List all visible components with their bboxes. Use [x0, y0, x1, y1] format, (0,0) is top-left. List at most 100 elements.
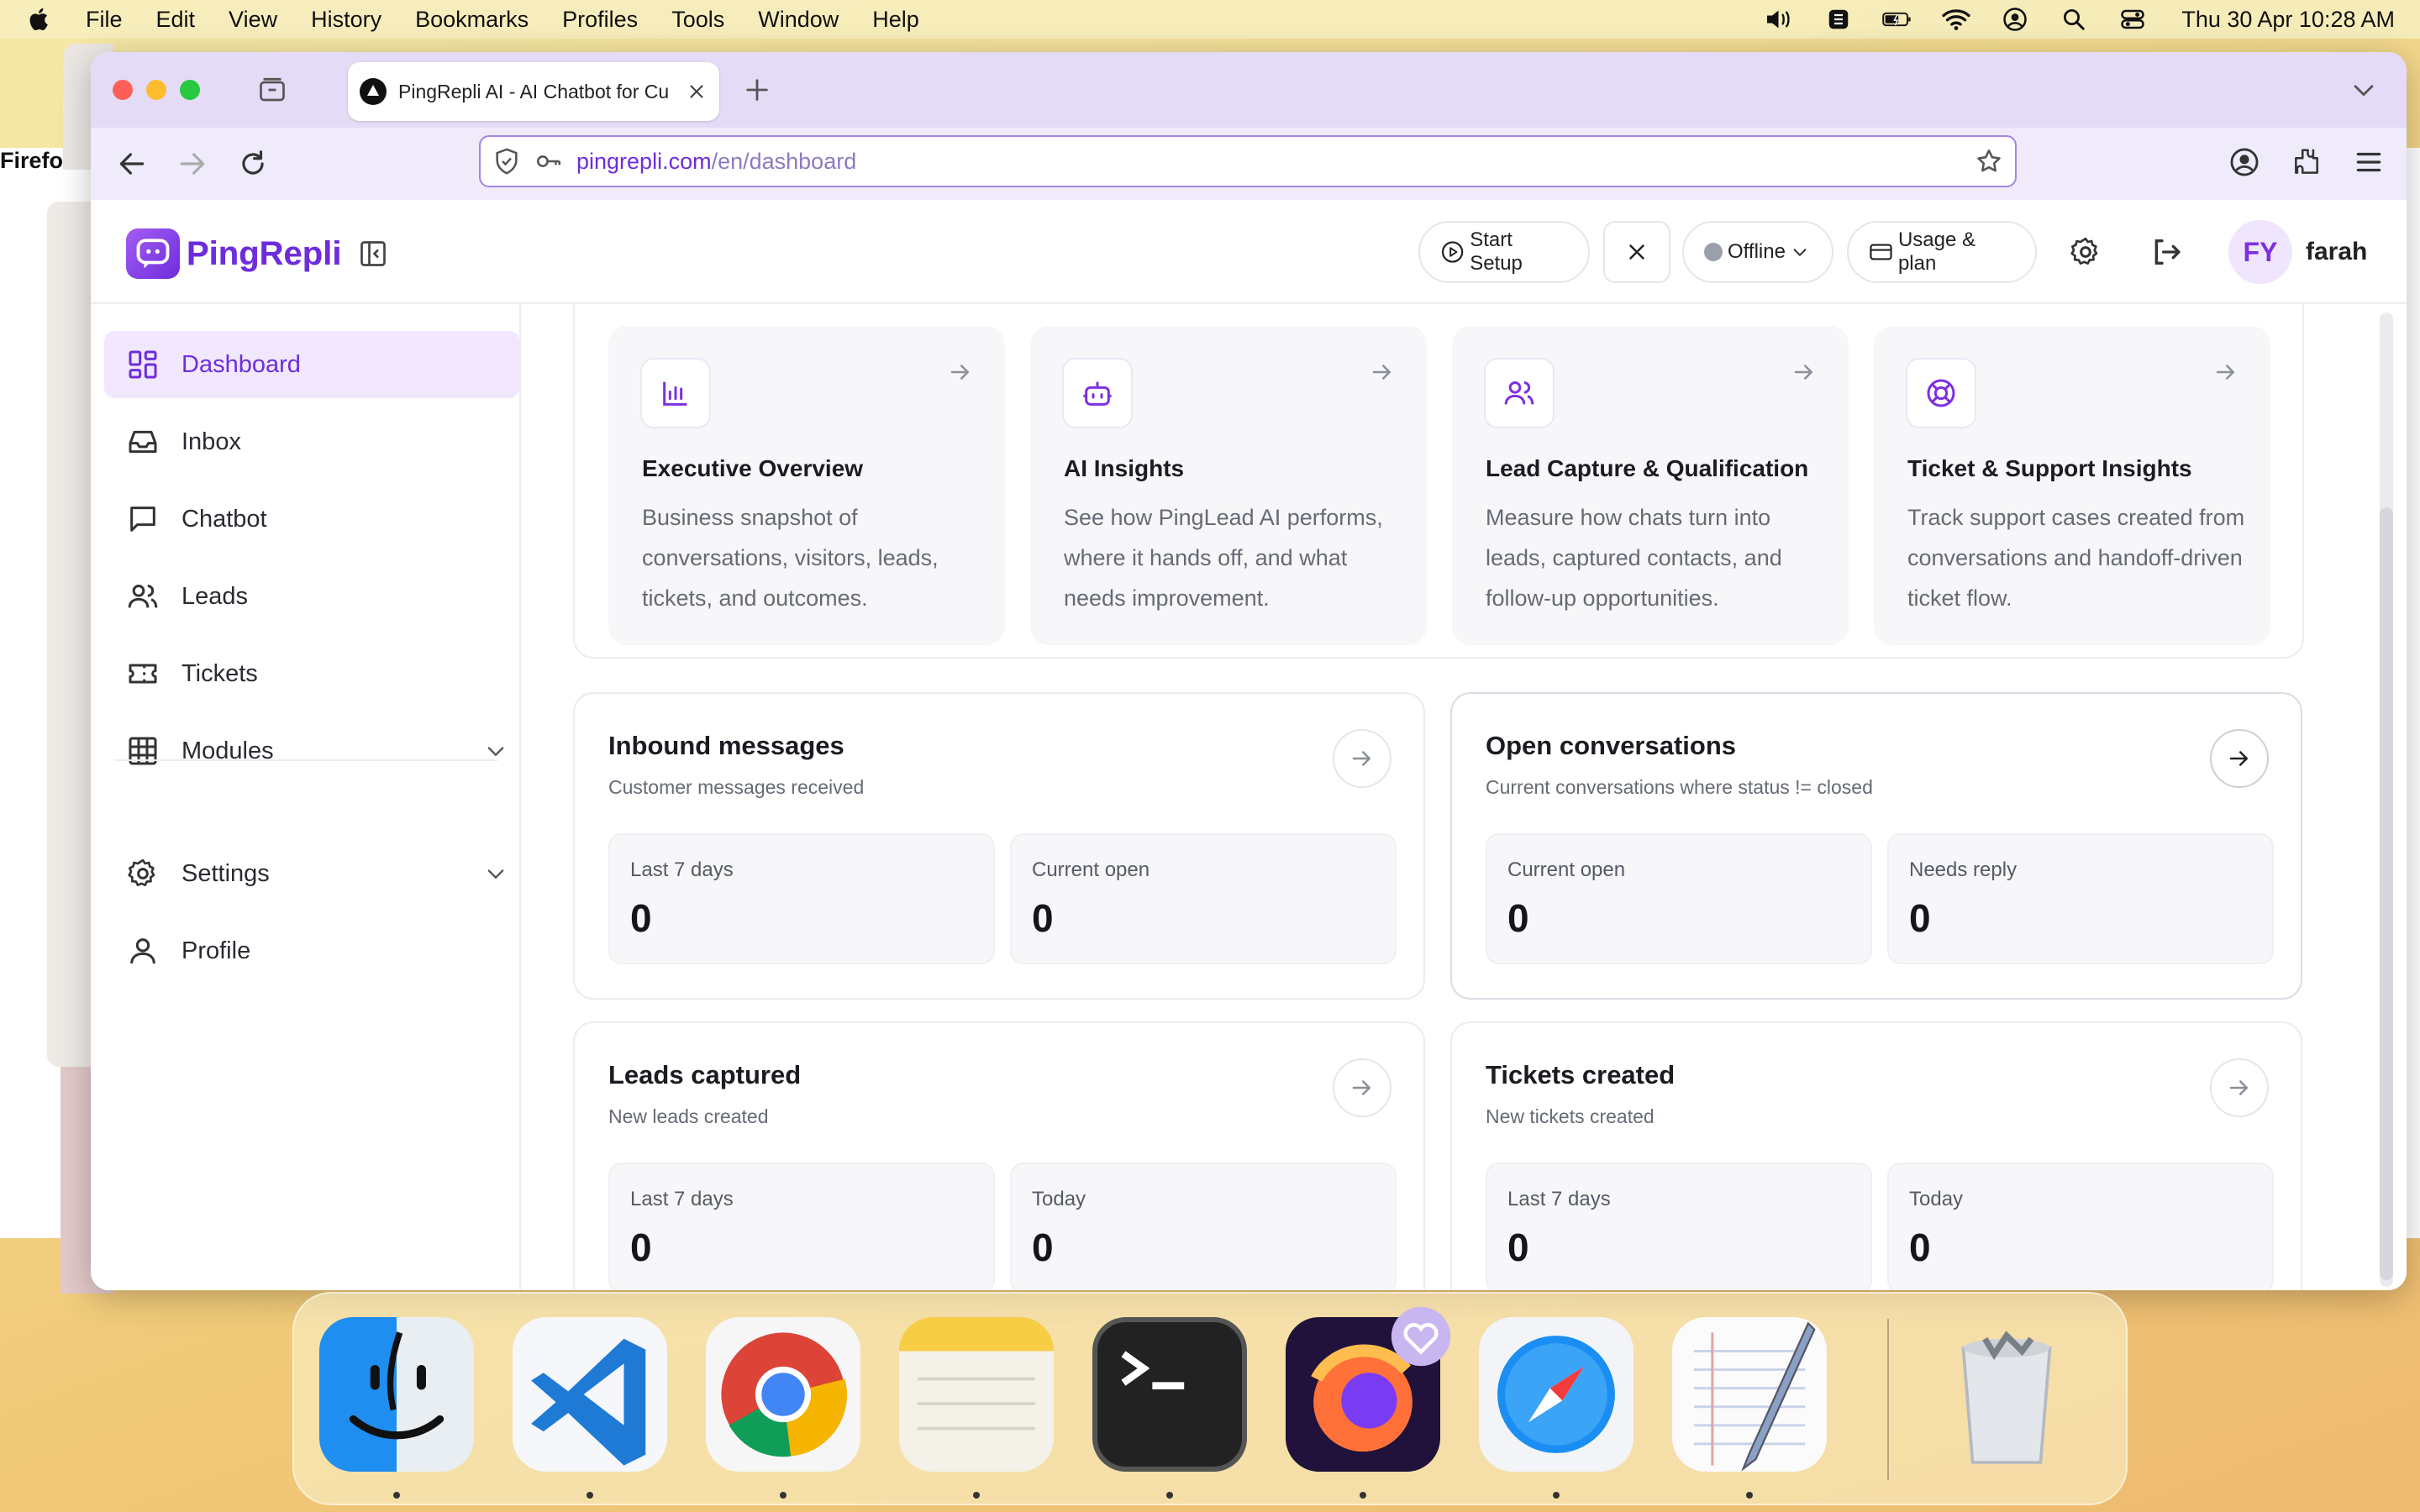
wifi-icon[interactable] [1941, 7, 1971, 32]
stat-card-open-button[interactable] [2210, 729, 2269, 788]
usage-plan-label: Usage & plan [1897, 228, 1976, 275]
dock-app-safari[interactable] [1479, 1317, 1634, 1472]
control-center-icon[interactable] [2118, 7, 2148, 32]
menu-edit[interactable]: Edit [156, 7, 196, 33]
users-icon [1504, 381, 1534, 405]
hamburger-menu-icon[interactable] [2353, 146, 2385, 178]
users-icon [128, 585, 158, 608]
app-header: PingRepli Start Setup Offline Usage & pl… [91, 200, 2407, 304]
metric-box: Needs reply 0 [1887, 833, 2274, 964]
main-content: Executive Overview Business snapshot of … [521, 304, 2407, 1290]
browser-tab[interactable]: PingRepli AI - AI Chatbot for Cu [348, 62, 719, 121]
close-tab-icon[interactable] [686, 81, 708, 102]
sidebar-item-dashboard[interactable]: Dashboard [104, 331, 519, 398]
dock-app-vscode[interactable] [513, 1317, 667, 1472]
back-arrow-icon[interactable] [116, 148, 148, 180]
stat-card-open-button[interactable] [1333, 729, 1392, 788]
status-dropdown[interactable]: Offline [1682, 221, 1833, 283]
chevron-down-icon[interactable] [2349, 76, 2378, 104]
feature-card-description: Measure how chats turn into leads, captu… [1486, 505, 1782, 611]
zoom-window-button[interactable] [180, 80, 200, 100]
logout-icon[interactable] [2149, 235, 2183, 269]
close-window-button[interactable] [113, 80, 133, 100]
sidebar-item-modules[interactable]: Modules [104, 717, 519, 785]
sidebar-item-profile[interactable]: Profile [104, 917, 519, 984]
gear-icon[interactable] [2069, 235, 2102, 269]
keyboard-input-icon[interactable] [1823, 7, 1854, 32]
feature-card-executive-overview[interactable]: Executive Overview Business snapshot of … [608, 326, 1005, 645]
stat-card-open-button[interactable] [1333, 1058, 1392, 1117]
sidebar-collapse-icon[interactable] [358, 239, 388, 269]
battery-icon[interactable] [1882, 7, 1912, 32]
volume-icon[interactable] [1765, 7, 1795, 32]
apple-icon[interactable] [25, 5, 54, 34]
metric-box: Today 0 [1010, 1163, 1397, 1290]
menu-profiles[interactable]: Profiles [562, 7, 638, 33]
sidebar-item-settings[interactable]: Settings [104, 840, 519, 907]
dock-app-notes[interactable] [899, 1317, 1054, 1472]
sidebar-divider [114, 759, 497, 761]
menu-view[interactable]: View [229, 7, 277, 33]
navigation-bar: pingrepli.com /en/dashboard [91, 128, 2407, 200]
start-setup-button[interactable]: Start Setup [1418, 221, 1590, 283]
metric-box: Last 7 days 0 [1486, 1163, 1872, 1290]
menu-history[interactable]: History [311, 7, 381, 33]
stat-card-open-button[interactable] [2210, 1058, 2269, 1117]
running-indicator [1746, 1492, 1753, 1499]
usage-plan-button[interactable]: Usage & plan [1847, 221, 2037, 283]
dock-app-finder[interactable] [319, 1317, 474, 1472]
brand-logo[interactable]: PingRepli [126, 228, 341, 279]
arrow-right-icon [2229, 1080, 2248, 1095]
stat-card-subtitle: Customer messages received [608, 776, 865, 798]
dock-app-textedit[interactable] [1672, 1317, 1827, 1472]
tab-collections-icon[interactable] [257, 75, 287, 105]
tab-title: PingRepli AI - AI Chatbot for Cu [398, 80, 670, 102]
sidebar-item-chatbot[interactable]: Chatbot [104, 486, 519, 553]
feature-card-ai-insights[interactable]: AI Insights See how PingLead AI performs… [1030, 326, 1427, 645]
user-menu[interactable]: FY farah [2228, 220, 2367, 284]
arrow-right-icon [1352, 751, 1370, 766]
close-button[interactable] [1603, 221, 1670, 283]
dock-app-trash[interactable] [1929, 1317, 2084, 1472]
url-bar[interactable]: pingrepli.com /en/dashboard [479, 135, 2017, 187]
lifebuoy-icon [1927, 379, 1955, 407]
menubar: Firefox File Edit View History Bookmarks… [0, 0, 2420, 1238]
spotlight-search-icon[interactable] [2059, 7, 2089, 32]
bookmark-star-icon[interactable] [1975, 147, 2003, 176]
stat-card-title: Leads captured [608, 1060, 802, 1089]
feature-card-ticket-support[interactable]: Ticket & Support Insights Track support … [1874, 326, 2270, 645]
feature-icon-box [1484, 358, 1555, 428]
new-tab-icon[interactable] [743, 76, 771, 104]
account-icon[interactable] [2228, 146, 2260, 178]
reload-icon[interactable] [237, 148, 269, 180]
stat-card-subtitle: Current conversations where status != cl… [1486, 776, 1873, 798]
credit-card-icon [1870, 244, 1892, 260]
sidebar-item-leads[interactable]: Leads [104, 563, 519, 630]
menu-help[interactable]: Help [872, 7, 919, 33]
feature-card-lead-capture[interactable]: Lead Capture & Qualification Measure how… [1452, 326, 1849, 645]
feature-card-title: AI Insights [1064, 455, 1185, 481]
metric-value: 0 [1507, 1226, 1529, 1269]
menu-file[interactable]: File [86, 7, 123, 33]
metric-box: Last 7 days 0 [608, 1163, 995, 1290]
shield-icon[interactable] [492, 147, 521, 176]
forward-arrow-icon[interactable] [176, 148, 208, 180]
menubar-clock[interactable]: Thu 30 Apr 10:28 AM [2181, 7, 2395, 33]
running-indicator [1360, 1492, 1366, 1499]
dock-app-terminal[interactable] [1092, 1317, 1247, 1472]
metric-label: Current open [1032, 858, 1150, 881]
extensions-icon[interactable] [2291, 146, 2323, 178]
sidebar-item-label: Dashboard [182, 350, 301, 378]
scrollbar-thumb[interactable] [2380, 507, 2393, 1280]
dock-app-firefox[interactable] [1286, 1306, 1451, 1472]
sidebar-item-inbox[interactable]: Inbox [104, 408, 519, 475]
key-icon[interactable] [534, 147, 563, 176]
dock-app-chrome[interactable] [706, 1317, 860, 1472]
minimize-window-button[interactable] [146, 80, 166, 100]
menu-tools[interactable]: Tools [671, 7, 724, 33]
menu-bookmarks[interactable]: Bookmarks [415, 7, 529, 33]
menu-window[interactable]: Window [758, 7, 839, 33]
user-account-icon[interactable] [2000, 7, 2030, 32]
sidebar-item-tickets[interactable]: Tickets [104, 640, 519, 707]
chevron-down-icon [487, 869, 504, 879]
